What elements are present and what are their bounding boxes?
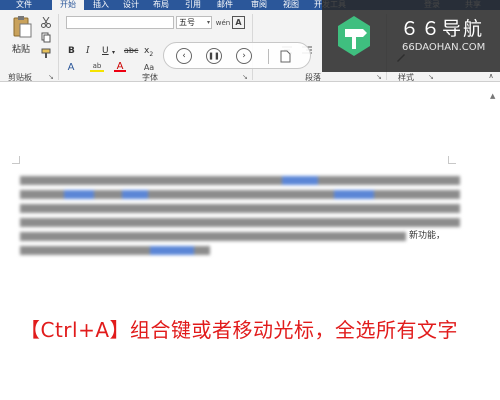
paste-icon[interactable]	[10, 14, 34, 40]
text-line	[20, 218, 460, 227]
tab-file[interactable]: 文件	[0, 0, 48, 10]
tab-layout[interactable]: 布局	[148, 0, 174, 10]
tab-review[interactable]: 审阅	[246, 0, 272, 10]
divider	[268, 49, 269, 64]
tutorial-caption: 【Ctrl+A】组合键或者移动光标，全选所有文字	[20, 318, 459, 342]
playback-controls: ‹ ❚❚ ›	[163, 42, 311, 69]
tab-home[interactable]: 开始	[52, 0, 84, 10]
font-group-label: 字体	[142, 73, 158, 82]
change-case-icon[interactable]: Aa	[140, 62, 158, 72]
previous-icon[interactable]: ‹	[176, 48, 192, 64]
highlight-icon[interactable]: ab	[90, 62, 104, 72]
clipboard-group-label: 剪贴板	[8, 73, 32, 82]
group-divider	[58, 14, 59, 80]
tab-insert[interactable]: 插入	[88, 0, 114, 10]
tab-mailings[interactable]: 邮件	[212, 0, 238, 10]
paragraph-launcher-icon[interactable]: ↘	[376, 73, 382, 81]
tab-view[interactable]: 视图	[278, 0, 304, 10]
watermark-title: ６６导航	[400, 18, 485, 40]
styles-group-label: 样式	[398, 73, 414, 82]
tab-design[interactable]: 设计	[118, 0, 144, 10]
font-launcher-icon[interactable]: ↘	[242, 73, 248, 81]
text-line	[20, 176, 460, 185]
format-painter-icon[interactable]	[40, 47, 52, 59]
font-name-field[interactable]	[66, 16, 174, 29]
text-line	[20, 190, 460, 199]
collapse-ribbon-icon[interactable]: ∧	[486, 72, 496, 80]
subscript-icon[interactable]: x2	[144, 46, 153, 58]
tab-references[interactable]: 引用	[180, 0, 206, 10]
paragraph-group-label: 段落	[305, 73, 321, 82]
watermark-subtitle: 66DAOHAN.COM	[402, 42, 486, 53]
next-icon[interactable]: ›	[236, 48, 252, 64]
char-border-icon[interactable]: A	[232, 16, 245, 29]
phonetic-guide-icon[interactable]: wén	[216, 16, 230, 29]
text-line	[20, 232, 406, 241]
text-effects-icon[interactable]: A	[64, 62, 78, 73]
italic-icon[interactable]: I	[86, 46, 90, 56]
visible-text-fragment: 新功能，	[409, 231, 446, 241]
chevron-down-icon[interactable]: ▾	[112, 49, 115, 56]
clipboard-launcher-icon[interactable]: ↘	[48, 73, 54, 81]
blurred-paragraph	[20, 176, 460, 256]
font-color-icon[interactable]: A	[114, 61, 126, 72]
chevron-down-icon[interactable]: ▾	[207, 17, 210, 28]
font-size-value: 五号	[179, 18, 195, 27]
document-icon[interactable]	[278, 49, 292, 64]
pause-icon[interactable]: ❚❚	[206, 48, 222, 64]
scroll-up-icon[interactable]: ▲	[490, 92, 495, 100]
bold-icon[interactable]: B	[68, 46, 75, 56]
margin-corner-mark	[12, 156, 20, 164]
site-logo-icon	[332, 14, 376, 58]
text-line	[20, 204, 460, 213]
styles-launcher-icon[interactable]: ↘	[428, 73, 434, 81]
text-line	[20, 246, 210, 255]
margin-corner-mark	[448, 156, 456, 164]
copy-icon[interactable]	[40, 31, 52, 43]
underline-icon[interactable]: U	[102, 46, 109, 56]
strikethrough-icon[interactable]: abc	[124, 46, 138, 55]
cut-icon[interactable]	[40, 16, 52, 28]
paste-label[interactable]: 粘贴	[12, 42, 30, 55]
font-size-field[interactable]: 五号 ▾	[176, 16, 212, 29]
site-watermark: ６６导航 66DAOHAN.COM	[322, 0, 500, 72]
